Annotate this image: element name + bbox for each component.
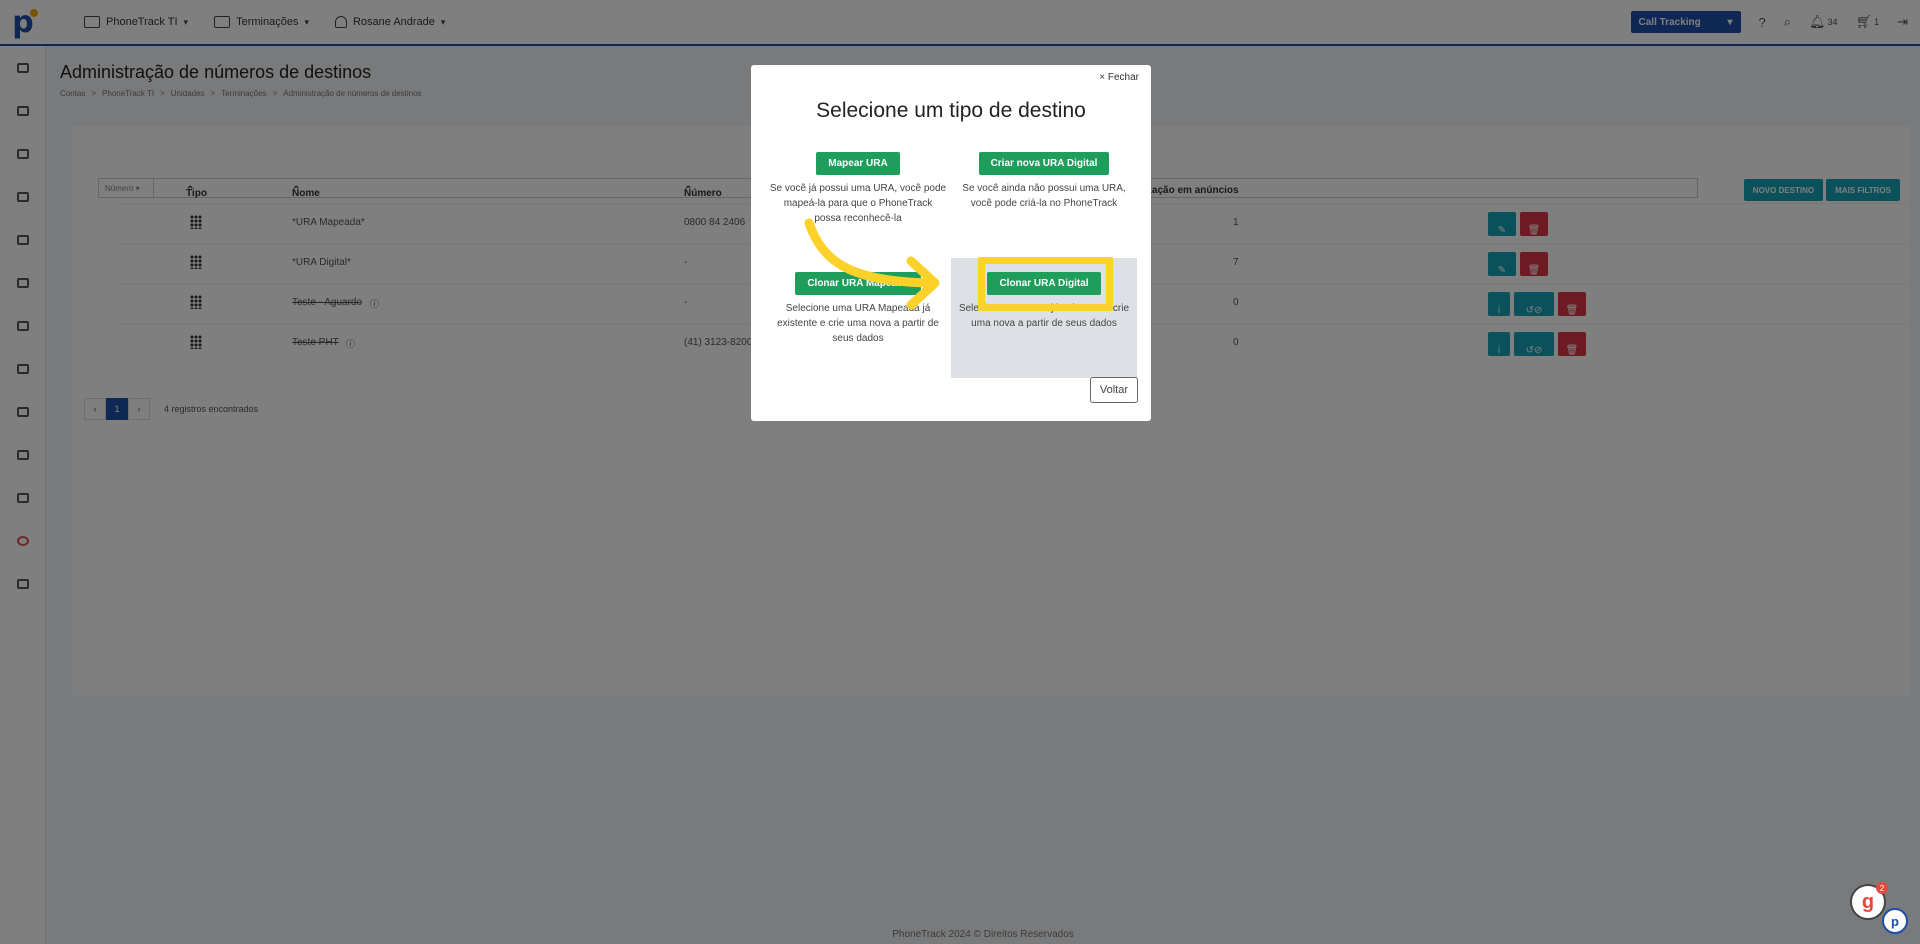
pointer-arrow xyxy=(804,218,940,310)
destination-type-modal: × Fechar Selecione um tipo de destino Ma… xyxy=(751,65,1151,421)
phonetrack-help-button[interactable]: p xyxy=(1882,908,1908,934)
chat-widget: g 2 p xyxy=(1850,882,1908,934)
back-button[interactable]: Voltar xyxy=(1089,377,1138,403)
chat-badge: 2 xyxy=(1876,882,1888,894)
